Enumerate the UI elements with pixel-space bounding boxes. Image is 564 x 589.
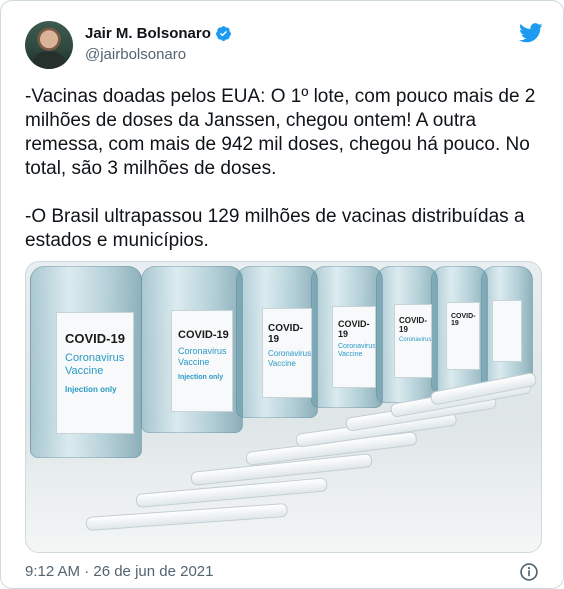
label-line3: Injection only xyxy=(65,385,117,394)
label-line1: Coronavirus xyxy=(178,346,227,356)
label-line2: Vaccine xyxy=(178,357,210,367)
label-line2: Vaccine xyxy=(65,365,104,377)
vial-label: COVID-19 Coronavirus Vaccine xyxy=(332,306,376,388)
label-title: COVID-19 xyxy=(65,331,125,346)
author-name-row[interactable]: Jair M. Bolsonaro xyxy=(85,25,232,42)
label-line1: Coronavirus xyxy=(268,349,312,358)
label-title: COVID-19 xyxy=(451,313,476,327)
vial-label: COVID-19 Coronavirus Vaccine Injection o… xyxy=(56,312,134,434)
info-icon[interactable] xyxy=(519,562,539,582)
tweet-timestamp[interactable]: 9:12 AM · 26 de jun de 2021 xyxy=(25,563,213,580)
vial-label: COVID-19 Coronavirus Vaccine Injection o… xyxy=(171,310,233,412)
verified-badge-icon xyxy=(215,26,231,41)
tweet-text: -Vacinas doadas pelos EUA: O 1º lote, co… xyxy=(25,86,536,251)
author-handle[interactable]: @jairbolsonaro xyxy=(85,46,186,63)
vial-label: COVID-19 Coronavirus Vaccine xyxy=(262,308,312,398)
label-title: COVID-19 xyxy=(338,319,370,339)
avatar[interactable] xyxy=(25,21,73,69)
label-line3: Injection only xyxy=(178,374,224,381)
label-line1: Coronavirus xyxy=(65,352,125,364)
vial-label xyxy=(492,300,522,362)
label-line1: Coronavirus xyxy=(338,343,376,350)
label-title: COVID-19 xyxy=(399,316,427,334)
syringe xyxy=(135,477,328,508)
label-title: COVID-19 xyxy=(268,323,303,345)
label-line1: Coronavirus xyxy=(399,337,432,343)
label-line2: Vaccine xyxy=(268,359,296,368)
twitter-bird-icon[interactable] xyxy=(519,23,543,43)
tweet-embed-card: Jair M. Bolsonaro @jairbolsonaro -Vacina… xyxy=(0,0,564,589)
syringe xyxy=(85,502,288,531)
vial-label: COVID-19 Coronavirus xyxy=(394,304,432,378)
author-name[interactable]: Jair M. Bolsonaro xyxy=(85,25,211,42)
tweet-photo-vaccine-vials[interactable]: COVID-19 Coronavirus Vaccine Injection o… xyxy=(25,261,542,553)
label-line2: Vaccine xyxy=(338,351,363,358)
vial-label: COVID-19 xyxy=(446,302,480,370)
label-title: COVID-19 xyxy=(178,329,229,341)
